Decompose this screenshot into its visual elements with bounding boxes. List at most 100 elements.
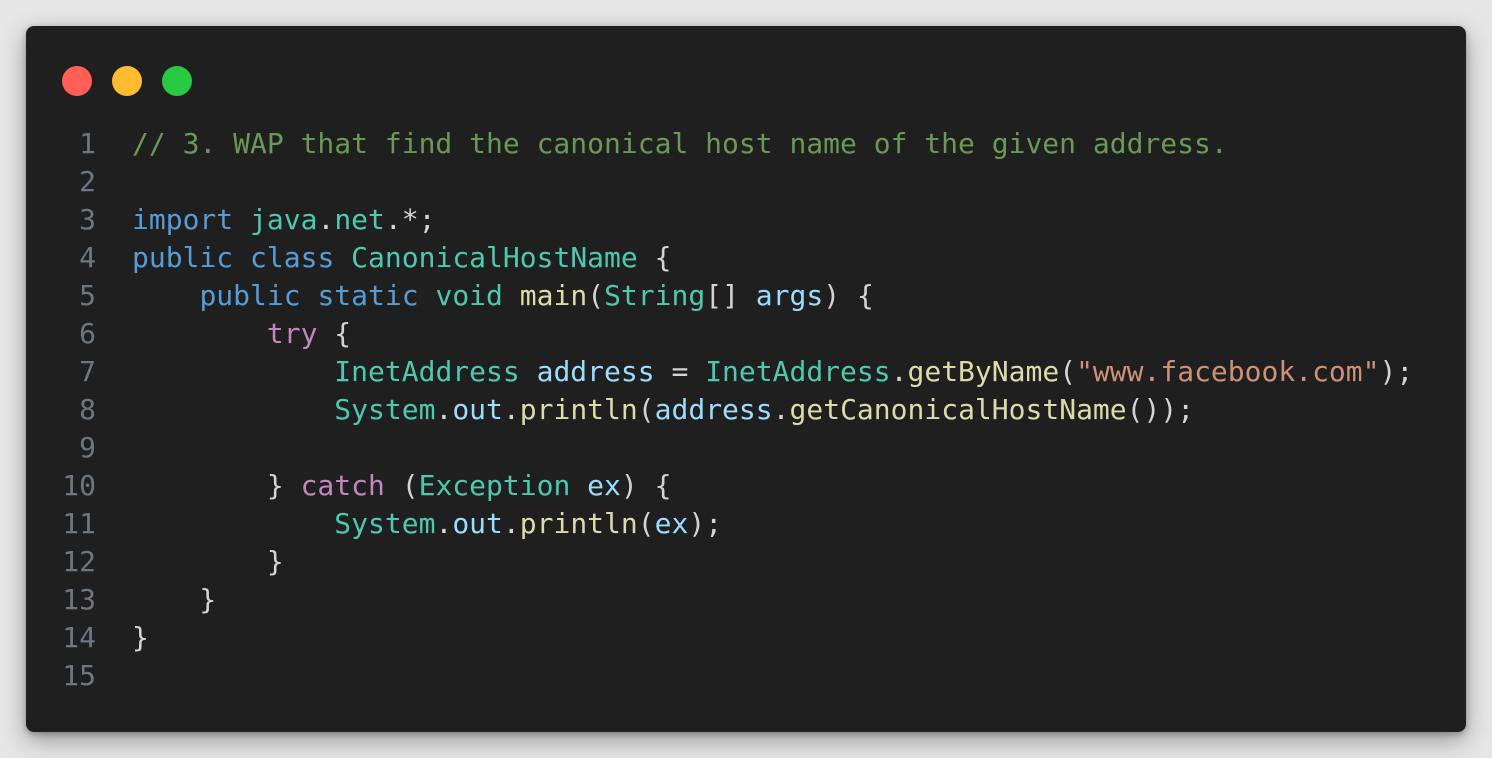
code-token: getCanonicalHostName: [789, 393, 1127, 426]
line-source: } catch (Exception ex) {: [132, 467, 672, 505]
line-source: }: [132, 619, 149, 657]
line-number: 4: [79, 241, 96, 274]
code-token: =: [654, 355, 706, 388]
line-source: public static void main(String[] args) {: [132, 277, 874, 315]
code-token: try: [266, 317, 318, 350]
line-number: 2: [79, 165, 96, 198]
code-token: println: [519, 507, 638, 540]
code-token: out: [452, 507, 503, 540]
code-line: 10 } catch (Exception ex) {: [26, 467, 1466, 505]
line-source: try {: [132, 315, 351, 353]
code-token: "www.facebook.com": [1076, 355, 1380, 388]
code-token: .: [317, 203, 335, 236]
code-token: .: [435, 393, 453, 426]
code-token: getByName: [907, 355, 1060, 388]
code-token: ());: [1126, 393, 1195, 426]
line-number: 7: [79, 355, 96, 388]
code-line: 1 // 3. WAP that find the canonical host …: [26, 125, 1466, 163]
code-line: 14}: [26, 619, 1466, 657]
code-token: main: [519, 279, 588, 312]
code-token: ex: [654, 507, 689, 540]
line-number: 15: [62, 659, 96, 692]
code-token: String: [604, 279, 706, 312]
line-number: 13: [62, 583, 96, 616]
code-token: (: [637, 393, 655, 426]
line-number: 3: [79, 203, 96, 236]
code-line: 6 try {: [26, 315, 1466, 353]
code-token: static: [317, 279, 419, 312]
line-number: 10: [62, 469, 96, 502]
line-source: InetAddress address = InetAddress.getByN…: [132, 353, 1413, 391]
line-source: }: [132, 543, 284, 581]
line-source: System.out.println(address.getCanonicalH…: [132, 391, 1194, 429]
line-source: // 3. WAP that find the canonical host n…: [132, 125, 1228, 163]
line-number: 12: [62, 545, 96, 578]
code-editor: 1 // 3. WAP that find the canonical host …: [26, 125, 1466, 695]
line-number: 1: [79, 127, 96, 160]
line-source: import java.net.*;: [132, 201, 435, 239]
line-source: public class CanonicalHostName {: [132, 239, 671, 277]
code-token: java: [250, 203, 318, 236]
minimize-window-button[interactable]: [112, 66, 142, 96]
code-line: 8 System.out.println(address.getCanonica…: [26, 391, 1466, 429]
code-token: (: [637, 507, 655, 540]
code-token: Exception: [418, 469, 571, 502]
code-token: ) {: [823, 279, 874, 312]
close-window-button[interactable]: [62, 66, 92, 96]
code-token: println: [519, 393, 638, 426]
code-token: {: [637, 241, 672, 274]
code-token: InetAddress: [334, 355, 520, 388]
code-token: System: [334, 393, 436, 426]
code-token: args: [755, 279, 824, 312]
code-token: void: [435, 279, 503, 312]
line-source: }: [132, 581, 216, 619]
code-token: }: [132, 583, 217, 616]
code-token: .*;: [384, 203, 436, 236]
code-token: class: [250, 241, 335, 274]
code-token: out: [452, 393, 503, 426]
code-token: address: [654, 393, 773, 426]
maximize-window-button[interactable]: [162, 66, 192, 96]
code-window: 1 // 3. WAP that find the canonical host …: [26, 26, 1466, 732]
code-line: 2: [26, 163, 1466, 201]
code-line: 15: [26, 657, 1466, 695]
code-token: .: [502, 507, 520, 540]
code-token: net: [334, 203, 385, 236]
code-token: InetAddress: [705, 355, 891, 388]
code-token: []: [705, 279, 756, 312]
line-number: 5: [79, 279, 96, 312]
code-token: (: [587, 279, 605, 312]
line-number: 6: [79, 317, 96, 350]
code-token: );: [1379, 355, 1414, 388]
code-token: .: [435, 507, 453, 540]
code-line: 11 System.out.println(ex);: [26, 505, 1466, 543]
code-token: }: [132, 621, 149, 654]
line-number: 14: [62, 621, 96, 654]
code-token: ex: [587, 469, 621, 502]
code-token: address: [536, 355, 655, 388]
line-number: 11: [62, 507, 96, 540]
code-token: System: [334, 507, 436, 540]
line-number: 9: [79, 431, 96, 464]
code-token: ) {: [620, 469, 672, 502]
code-token: (: [1059, 355, 1077, 388]
code-token: import: [132, 203, 234, 236]
code-line: 9: [26, 429, 1466, 467]
code-token: }: [132, 469, 301, 502]
line-source: System.out.println(ex);: [132, 505, 722, 543]
code-line: 3 import java.net.*;: [26, 201, 1466, 239]
line-number: 8: [79, 393, 96, 426]
code-token: );: [688, 507, 723, 540]
